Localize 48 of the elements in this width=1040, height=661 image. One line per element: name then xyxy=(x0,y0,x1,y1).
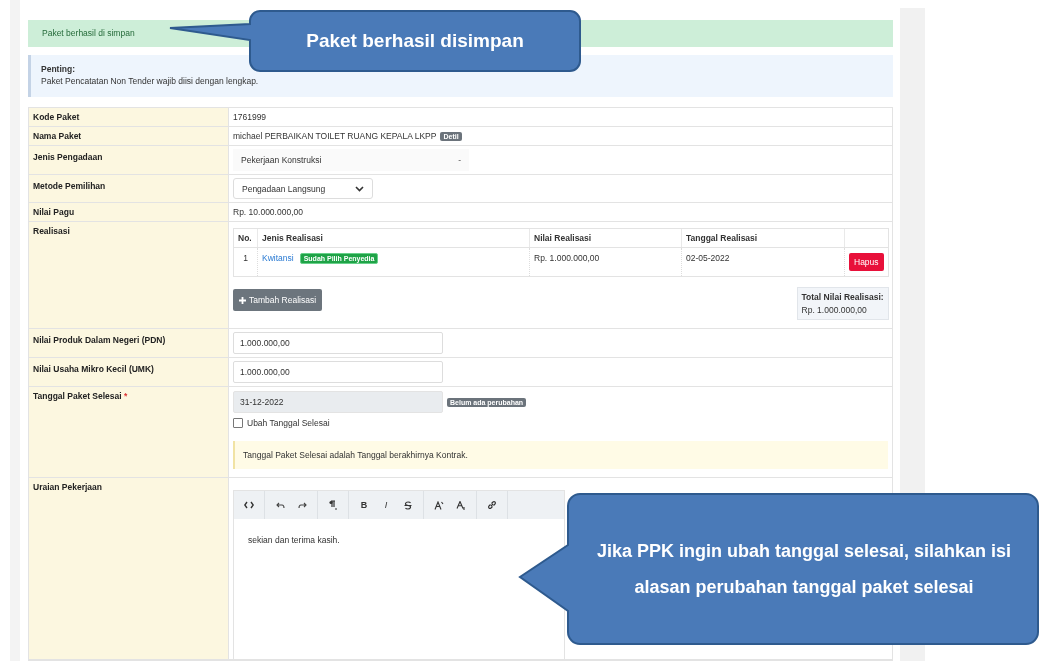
field-label: Jenis Pengadaan xyxy=(29,146,229,174)
field-value: 1761999 xyxy=(233,112,267,122)
code-icon xyxy=(244,501,254,509)
delete-button[interactable]: Hapus xyxy=(849,253,884,271)
total-value: Rp. 1.000.000,00 xyxy=(801,305,868,315)
column-header: Tanggal Realisasi xyxy=(682,229,845,247)
editor-text: sekian dan terima kasih. xyxy=(248,535,340,545)
field-label: Nilai Produk Dalam Negeri (PDN) xyxy=(29,329,229,357)
input-field[interactable]: 1.000.000,00 xyxy=(233,332,443,354)
field-label: Uraian Pekerjaan xyxy=(29,478,229,659)
table-cell: 1 xyxy=(234,248,258,276)
table-cell: Rp. 1.000.000,00 xyxy=(530,248,682,276)
subscript-icon xyxy=(456,500,466,510)
table-cell: 02-05-2022 xyxy=(682,248,845,276)
callout-text: Jika PPK ingin ubah tanggal selesai, silahkan isi alasan perubahan tanggal paket selesai xyxy=(595,540,1013,599)
input-field[interactable]: 1.000.000,00 xyxy=(233,361,443,383)
info-text: Paket Pencatatan Non Tender wajib diisi dengan lengkap. xyxy=(41,76,260,86)
column-header: No. xyxy=(234,229,258,247)
chevron-down-icon xyxy=(355,185,364,192)
bold-button[interactable]: B xyxy=(355,496,373,514)
note-panel: Tanggal Paket Selesai adalah Tanggal berakhirnya Kontrak. xyxy=(233,441,888,469)
superscript-icon xyxy=(434,500,444,510)
field-label: Metode Pemilihan xyxy=(29,175,229,202)
checkbox-label: Ubah Tanggal Selesai xyxy=(247,418,330,428)
undo-icon xyxy=(275,501,285,509)
plus-icon xyxy=(239,296,246,304)
realisasi-link[interactable]: Kwitansi xyxy=(262,253,294,263)
field-label: Nilai Pagu xyxy=(29,203,229,221)
column-header: Jenis Realisasi xyxy=(258,229,530,247)
link-icon xyxy=(487,500,497,510)
select-field[interactable]: Pengadaan Langsung xyxy=(233,178,373,199)
field-label: Realisasi xyxy=(29,222,229,328)
callout-text: Paket berhasil disimpan xyxy=(306,30,524,52)
field-label: Tanggal Paket Selesai * xyxy=(33,391,128,401)
select-field[interactable]: Pekerjaan Konstruksi - xyxy=(233,149,469,171)
field-value: Rp. 10.000.000,00 xyxy=(233,207,303,217)
field-label: Kode Paket xyxy=(29,108,229,126)
italic-button[interactable]: I xyxy=(377,496,395,514)
field-label: Nilai Usaha Mikro Kecil (UMK) xyxy=(29,358,229,386)
add-button[interactable]: Tambah Realisasi xyxy=(233,289,323,311)
paragraph-icon xyxy=(328,500,338,510)
field-label: Nama Paket xyxy=(29,127,229,145)
total-label: Total Nilai Realisasi: xyxy=(801,292,884,302)
info-title: Penting: xyxy=(41,64,76,74)
strikethrough-icon xyxy=(404,500,412,510)
column-header: Nilai Realisasi xyxy=(530,229,682,247)
field-value: michael PERBAIKAN TOILET RUANG KEPALA LKPP xyxy=(233,131,437,141)
redo-icon xyxy=(297,501,307,509)
